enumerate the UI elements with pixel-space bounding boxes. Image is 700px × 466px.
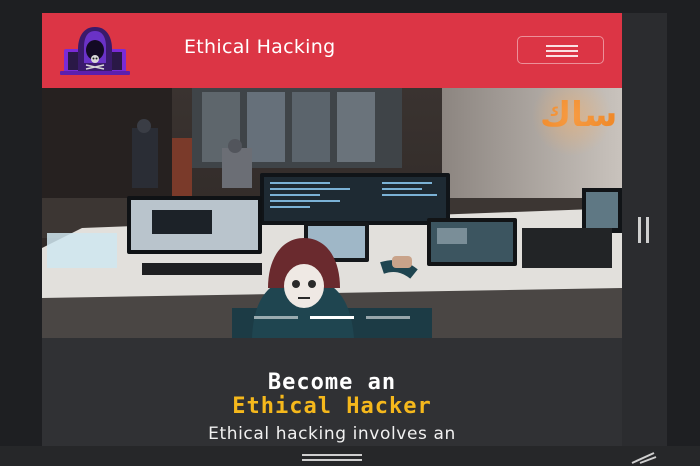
intro-section: Become an Ethical Hacker Ethical hacking… xyxy=(42,338,622,453)
horizontal-resize-handle-icon[interactable] xyxy=(302,454,362,462)
corner-resize-icon[interactable] xyxy=(628,450,658,464)
brand-title[interactable]: Ethical Hacking xyxy=(184,36,335,58)
carousel-indicator-3[interactable] xyxy=(366,316,410,319)
lead-paragraph: Ethical hacking involves an xyxy=(208,424,456,444)
hero-headline: Become an Ethical Hacker xyxy=(42,371,622,419)
carousel-indicators xyxy=(254,316,414,320)
headline-line-2: Ethical Hacker xyxy=(232,394,432,419)
page-viewport[interactable]: Ethical Hacking Become an Ethical Hacker… xyxy=(42,13,622,453)
navbar-toggler-button[interactable] xyxy=(517,36,604,64)
hero-carousel[interactable]: ﺳﺎﻙ xyxy=(42,88,622,338)
carousel-indicator-2[interactable] xyxy=(310,316,354,319)
vertical-resize-grip-icon[interactable] xyxy=(637,217,651,243)
headline-line-1: Become an xyxy=(267,370,397,395)
carousel-indicator-1[interactable] xyxy=(254,316,298,319)
app-window: Ethical Hacking Become an Ethical Hacker… xyxy=(0,0,700,466)
hacker-workspace-photo: ﺳﺎﻙ xyxy=(42,88,622,338)
navbar: Ethical Hacking xyxy=(42,13,622,88)
brand-logo-icon[interactable] xyxy=(60,23,130,77)
